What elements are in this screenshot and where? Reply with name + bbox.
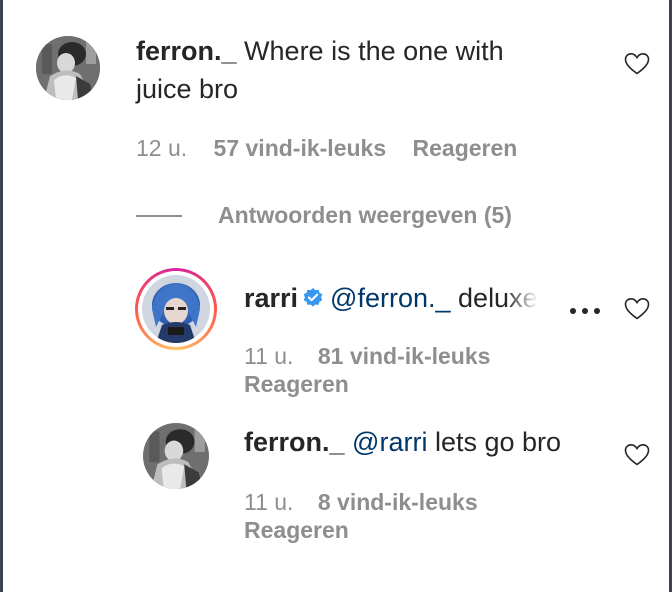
reply-reply-row: Reageren: [244, 516, 349, 544]
reply-reply-row: Reageren: [244, 370, 349, 398]
reply-username[interactable]: rarri: [244, 283, 298, 313]
view-replies-divider: [136, 215, 182, 217]
reply-avatar-rarri[interactable]: [142, 275, 210, 343]
comment-reply-button[interactable]: Reageren: [413, 135, 518, 161]
verified-badge-icon: [302, 287, 324, 309]
comment-time: 12 u.: [136, 135, 188, 161]
view-replies-button[interactable]: Antwoorden weergeven (5): [218, 201, 512, 229]
reply-text: ferron._ @rarri lets go bro: [244, 424, 561, 461]
reply-reply-button[interactable]: Reageren: [244, 517, 349, 543]
reply-text: rarri @ferron._ deluxe: [244, 280, 564, 317]
comment-thread: ferron._ Where is the one with juice bro…: [0, 0, 672, 592]
more-options-icon[interactable]: [570, 307, 602, 315]
reply-username[interactable]: ferron._: [244, 427, 345, 457]
reply-likes-count[interactable]: 8 vind-ik-leuks: [318, 489, 478, 515]
reply-mention[interactable]: @rarri: [352, 427, 427, 457]
reply-time: 11 u.: [244, 343, 294, 369]
reply-time: 11 u.: [244, 489, 294, 515]
comment-username[interactable]: ferron._: [136, 36, 237, 66]
reply-meta: 11 u. 8 vind-ik-leuks: [244, 488, 478, 516]
comment-likes-count[interactable]: 57 vind-ik-leuks: [214, 135, 387, 161]
reply-reply-button[interactable]: Reageren: [244, 371, 349, 397]
reply-avatar-ferron[interactable]: [143, 423, 209, 489]
heart-outline-icon[interactable]: [624, 52, 650, 76]
reply-meta: 11 u. 81 vind-ik-leuks: [244, 342, 490, 370]
comment-meta: 12 u. 57 vind-ik-leuks Reageren: [136, 134, 517, 162]
comment-body-line1: Where is the one with: [244, 36, 504, 66]
heart-outline-icon[interactable]: [624, 297, 650, 321]
comment-text: ferron._ Where is the one with: [136, 33, 504, 70]
reply-mention[interactable]: @ferron._: [330, 283, 450, 313]
avatar[interactable]: [36, 36, 100, 100]
comment-body-line2: juice bro: [136, 74, 239, 104]
comment-body-line2-row: juice bro: [136, 71, 238, 108]
window-edge-left: [0, 0, 3, 592]
reply-body: lets go bro: [434, 427, 562, 457]
reply-likes-count[interactable]: 81 vind-ik-leuks: [318, 343, 491, 369]
reply-body: deluxe: [458, 283, 538, 313]
heart-outline-icon[interactable]: [624, 443, 650, 467]
